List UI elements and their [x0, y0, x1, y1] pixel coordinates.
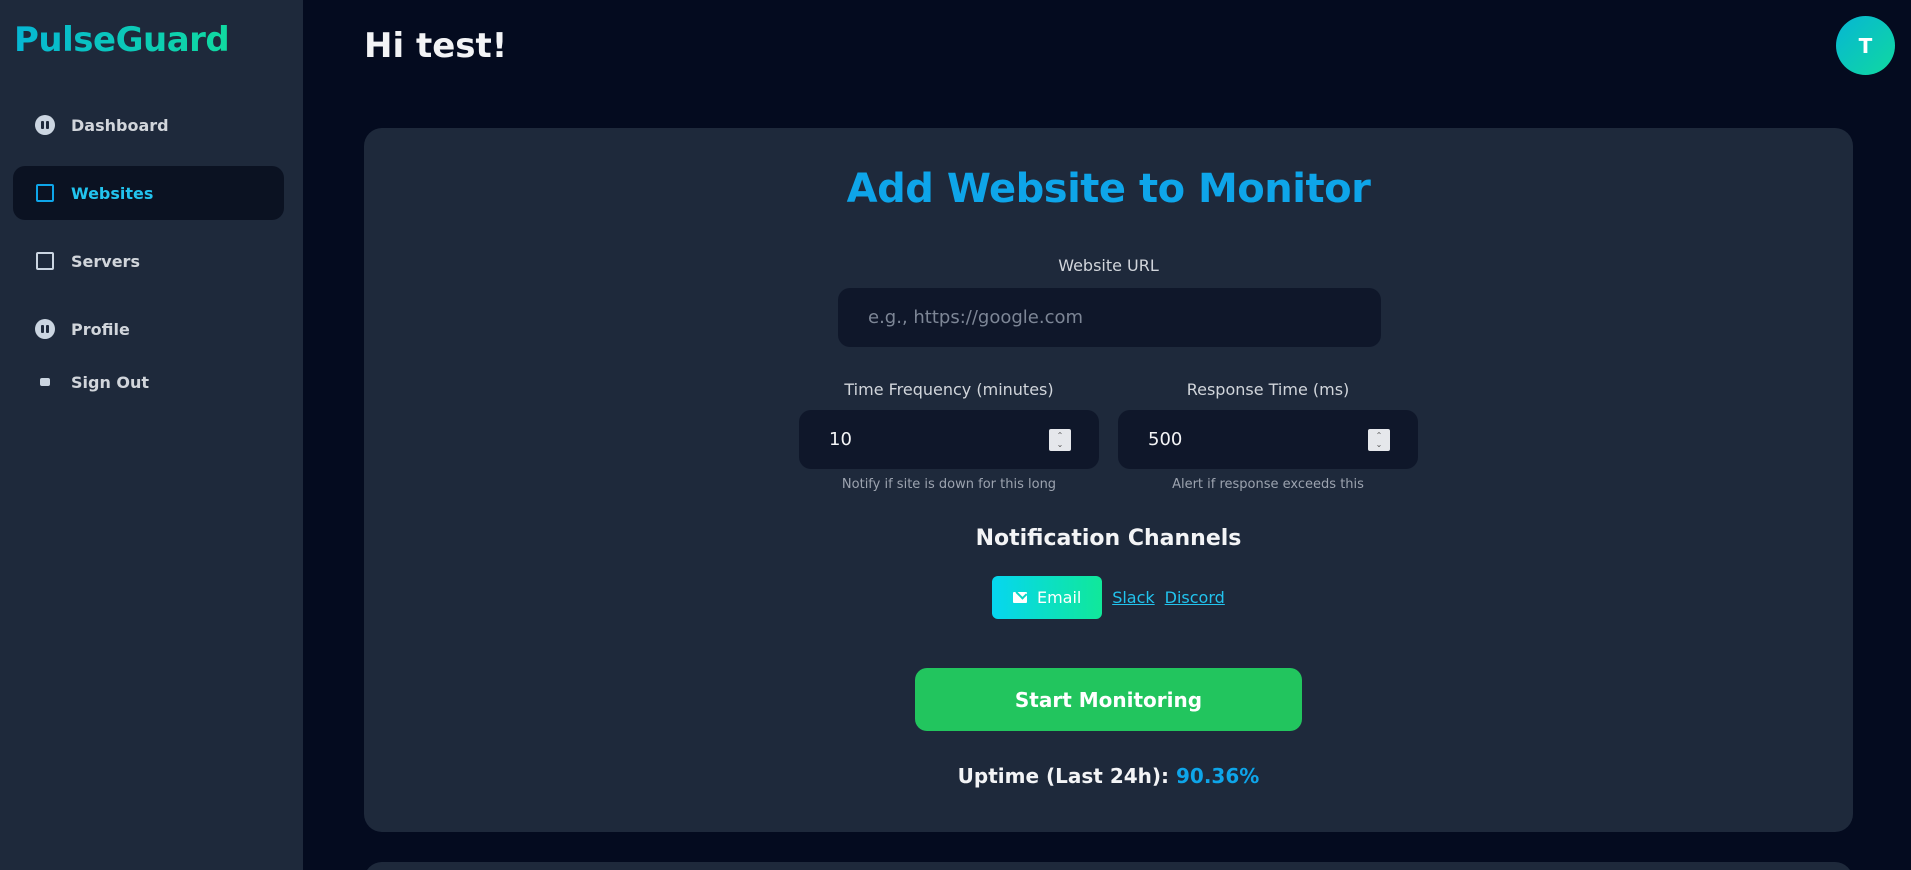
avatar[interactable]: T: [1836, 16, 1895, 75]
uptime-value: 90.36%: [1176, 764, 1260, 788]
frequency-hint: Notify if site is down for this long: [841, 477, 1057, 492]
sidebar-item-profile[interactable]: Profile: [13, 302, 284, 356]
response-time-hint: Alert if response exceeds this: [1172, 477, 1364, 492]
sidebar-item-websites[interactable]: Websites: [13, 166, 284, 220]
next-card: [364, 862, 1853, 870]
frequency-input[interactable]: 10 ⌃ ⌄: [799, 410, 1099, 469]
sidebar-item-label: Dashboard: [71, 115, 169, 135]
app-root: PulseGuard Dashboard Websites Servers Pr…: [0, 0, 1911, 870]
sidebar-item-dashboard[interactable]: Dashboard: [13, 98, 284, 152]
website-url-label: Website URL: [1058, 256, 1159, 275]
brand-logo[interactable]: PulseGuard: [14, 20, 230, 60]
sidebar-item-label: Websites: [71, 183, 154, 203]
start-monitoring-button[interactable]: Start Monitoring: [915, 668, 1302, 731]
avatar-initial: T: [1858, 33, 1873, 58]
email-channel-label: Email: [1036, 588, 1082, 607]
sidebar-item-label: Servers: [71, 251, 140, 271]
mail-icon: [1012, 592, 1027, 603]
sidebar: PulseGuard Dashboard Websites Servers Pr…: [0, 0, 303, 870]
dashboard-icon: [35, 115, 55, 135]
add-website-card: Add Website to Monitor Website URL Time …: [364, 128, 1853, 832]
response-time-value: 500: [1148, 429, 1183, 450]
frequency-label: Time Frequency (minutes): [844, 380, 1054, 399]
discord-channel-link[interactable]: Discord: [1165, 588, 1225, 607]
sidebar-item-servers[interactable]: Servers: [13, 234, 284, 288]
sign-out-icon: [35, 372, 55, 392]
notification-channels: Email Slack Discord: [364, 576, 1853, 619]
square-icon: [35, 251, 55, 271]
frequency-stepper[interactable]: ⌃ ⌄: [1049, 428, 1071, 451]
chevron-down-icon: ⌄: [1375, 439, 1383, 449]
response-time-label: Response Time (ms): [1186, 380, 1350, 399]
uptime-label: Uptime (Last 24h):: [957, 764, 1170, 788]
chevron-up-icon: ⌃: [1056, 430, 1064, 440]
chevron-up-icon: ⌃: [1375, 430, 1383, 440]
slack-channel-link[interactable]: Slack: [1112, 588, 1154, 607]
sidebar-item-sign-out[interactable]: Sign Out: [13, 355, 284, 409]
website-url-input[interactable]: [838, 288, 1381, 347]
uptime-summary: Uptime (Last 24h): 90.36%: [364, 764, 1853, 788]
email-channel-button[interactable]: Email: [992, 576, 1103, 619]
response-time-stepper[interactable]: ⌃ ⌄: [1368, 428, 1390, 451]
page-greeting: Hi test!: [364, 26, 508, 66]
card-title: Add Website to Monitor: [846, 166, 1371, 212]
chevron-down-icon: ⌄: [1056, 439, 1064, 449]
profile-icon: [35, 319, 55, 339]
response-time-input[interactable]: 500 ⌃ ⌄: [1118, 410, 1418, 469]
sidebar-item-label: Profile: [71, 319, 130, 339]
sidebar-item-label: Sign Out: [71, 372, 150, 392]
square-icon: [35, 183, 55, 203]
frequency-value: 10: [829, 429, 852, 450]
notification-channels-title: Notification Channels: [975, 526, 1242, 551]
